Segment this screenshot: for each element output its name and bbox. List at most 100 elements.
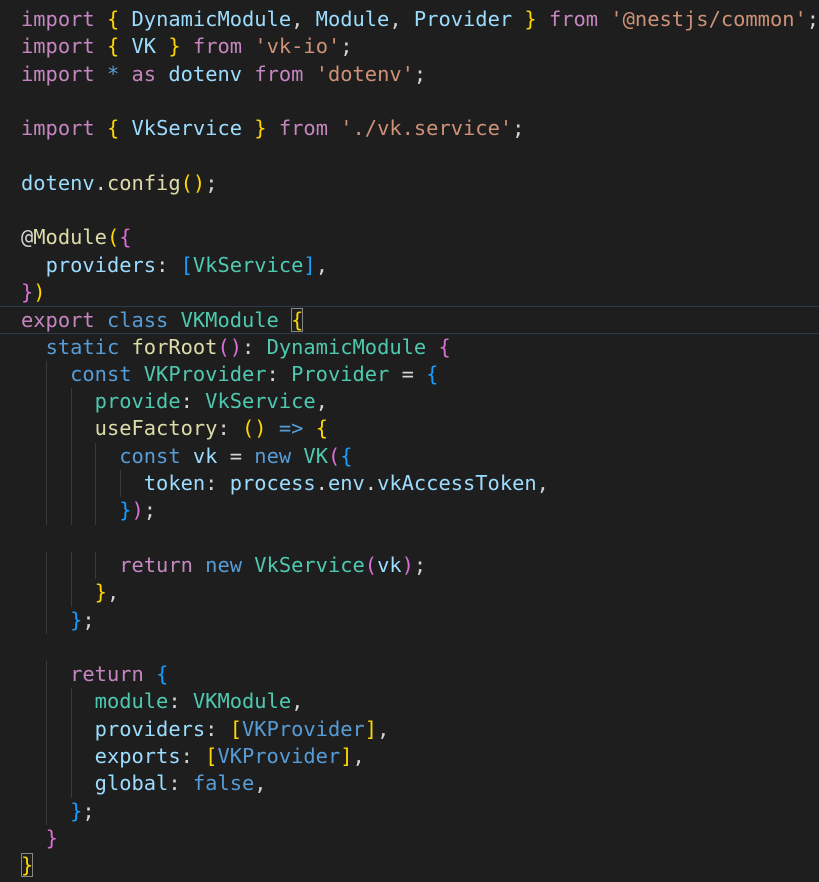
code-line[interactable]: const VKProvider: Provider = { [0,360,819,389]
code-line[interactable]: static forRoot(): DynamicModule { [0,334,819,361]
code-token: : [242,334,267,359]
indent-guide [71,743,72,771]
code-token: ; [413,61,427,86]
code-token: VkService [192,252,304,277]
code-token: : [168,771,193,796]
code-line[interactable]: providers: [VkService], [0,252,819,279]
indent-guide [46,661,47,689]
indent-guide [95,497,96,525]
indent-guide [71,388,72,416]
code-token: ( [180,170,193,195]
indent-guide [46,442,47,471]
code-token: ) [401,552,414,577]
code-line[interactable]: providers: [VKProvider], [0,715,819,744]
code-line[interactable] [0,197,819,224]
code-line[interactable]: import { VK } from 'vk-io'; [0,33,819,60]
code-token: Provider [291,361,390,386]
code-token: } [254,116,267,141]
code-token: from [548,7,599,31]
code-line[interactable]: dotenv.config(); [0,170,819,197]
code-line[interactable]: export class VKModule { [0,306,819,334]
code-token: ; [82,607,95,632]
code-line[interactable]: }); [0,497,819,525]
code-token: ; [82,798,95,823]
code-token: { [106,7,120,31]
indent-guide [46,715,47,744]
code-line[interactable] [0,142,819,169]
indent-guide [71,551,72,580]
code-token: VKProvider [217,744,341,769]
code-token: false [192,771,255,796]
code-token: vk [192,443,218,468]
code-line[interactable]: import { VkService } from './vk.service'… [0,115,819,142]
code-line[interactable]: import { DynamicModule, Module, Provider… [0,6,819,33]
code-token: [ [229,716,243,741]
code-token: , [536,471,549,496]
code-area[interactable]: import { DynamicModule, Module, Provider… [0,0,819,880]
code-line[interactable] [0,634,819,661]
code-token: ) [229,334,243,359]
code-token: : [205,716,230,741]
indent-guide [46,470,47,498]
indent-guide [46,497,47,525]
code-line[interactable]: const vk = new VK({ [0,442,819,471]
code-line[interactable] [0,525,819,552]
code-token: { [156,662,169,687]
code-token: const [119,443,181,468]
code-line[interactable]: module: VKModule, [0,688,819,716]
indent-guide [95,470,96,498]
code-token: return [119,552,193,577]
code-token: config [106,170,181,195]
code-token: { [106,34,120,59]
code-line[interactable]: exports: [VKProvider], [0,743,819,771]
indent-guide [46,415,47,443]
code-token: ) [254,416,267,441]
code-token: import [21,61,95,86]
code-line[interactable]: }; [0,797,819,825]
code-line[interactable]: }) [0,279,819,306]
indent-guide [71,715,72,744]
code-line[interactable]: import * as dotenv from 'dotenv'; [0,61,819,88]
code-token: , [254,771,267,796]
code-token: ] [364,716,378,741]
code-line[interactable]: } [0,852,819,879]
indent-guide [71,579,72,607]
code-token: } [70,798,83,823]
code-line[interactable]: token: process.env.vkAccessToken, [0,470,819,498]
code-token: [ [180,252,193,277]
code-token: @ [21,225,34,250]
code-token: ; [143,498,157,523]
code-token: . [364,471,378,496]
code-line[interactable]: }; [0,606,819,634]
code-token: : [180,744,206,769]
code-line[interactable] [0,88,819,115]
code-line[interactable]: @Module({ [0,224,819,251]
code-line[interactable]: } [0,825,819,852]
code-line[interactable]: provide: VkService, [0,388,819,416]
code-line[interactable]: return new VkService(vk); [0,551,819,580]
code-token: { [315,416,328,441]
code-line[interactable]: return { [0,661,819,689]
code-line[interactable]: useFactory: () => { [0,415,819,443]
code-token: . [315,471,328,496]
code-line[interactable]: }, [0,579,819,607]
indent-guide [71,442,72,471]
code-token: ( [242,416,255,441]
code-editor[interactable]: import { DynamicModule, Module, Provider… [0,0,819,882]
code-token: exports [94,744,181,769]
code-line[interactable]: global: false, [0,770,819,798]
code-token: providers [45,252,157,277]
